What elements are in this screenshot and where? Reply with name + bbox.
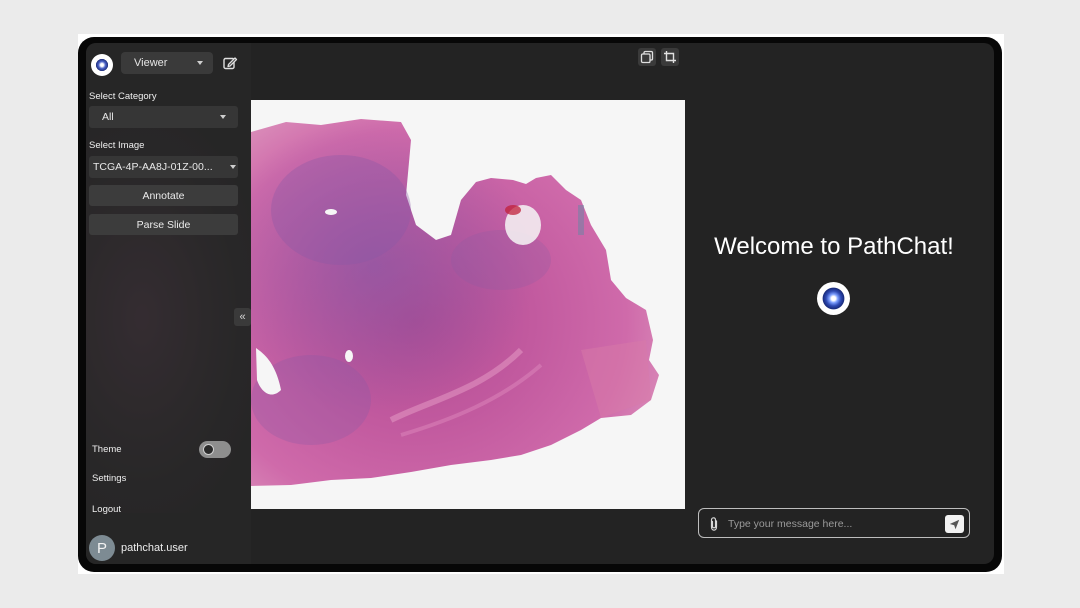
category-select[interactable]: All: [89, 106, 238, 128]
theme-toggle[interactable]: [199, 441, 231, 458]
image-select-value: TCGA-4P-AA8J-01Z-00...: [93, 161, 213, 173]
avatar: P: [89, 535, 115, 561]
sidebar: Viewer Select Category All Select Image …: [86, 43, 251, 564]
username: pathchat.user: [121, 542, 188, 554]
user-profile[interactable]: P pathchat.user: [89, 535, 188, 561]
settings-link[interactable]: Settings: [92, 473, 126, 484]
send-button[interactable]: [945, 515, 964, 533]
app-window: Viewer Select Category All Select Image …: [86, 43, 994, 564]
chevron-down-icon: [197, 61, 203, 65]
message-composer: [698, 508, 970, 538]
chevron-down-icon: [220, 115, 226, 119]
slide-viewer[interactable]: [251, 100, 685, 509]
collapse-sidebar-button[interactable]: «: [234, 308, 251, 326]
paperclip-icon[interactable]: [708, 516, 720, 532]
double-chevron-left-icon: «: [239, 311, 246, 323]
crop-icon[interactable]: [661, 48, 679, 66]
category-select-value: All: [102, 111, 114, 123]
tissue-slide-image: [251, 119, 659, 486]
image-label: Select Image: [89, 140, 145, 151]
image-select[interactable]: TCGA-4P-AA8J-01Z-00...: [89, 156, 238, 178]
message-input[interactable]: [728, 515, 936, 532]
annotate-button[interactable]: Annotate: [89, 185, 238, 206]
toggle-knob: [203, 444, 214, 455]
device-frame: Viewer Select Category All Select Image …: [78, 37, 1002, 572]
pathchat-logo-icon: [91, 54, 113, 76]
copy-icon[interactable]: [638, 48, 656, 66]
mode-select-value: Viewer: [134, 57, 168, 69]
mode-select[interactable]: Viewer: [121, 52, 213, 74]
pathchat-logo-icon: [817, 282, 850, 315]
welcome-heading: Welcome to PathChat!: [714, 233, 954, 260]
chevron-down-icon: [230, 165, 236, 169]
send-icon: [949, 519, 960, 529]
category-label: Select Category: [89, 91, 157, 102]
logout-link[interactable]: Logout: [92, 504, 121, 515]
edit-icon[interactable]: [222, 55, 238, 71]
parse-slide-button[interactable]: Parse Slide: [89, 214, 238, 235]
outer-frame: Viewer Select Category All Select Image …: [78, 34, 1004, 574]
theme-label: Theme: [92, 444, 122, 455]
